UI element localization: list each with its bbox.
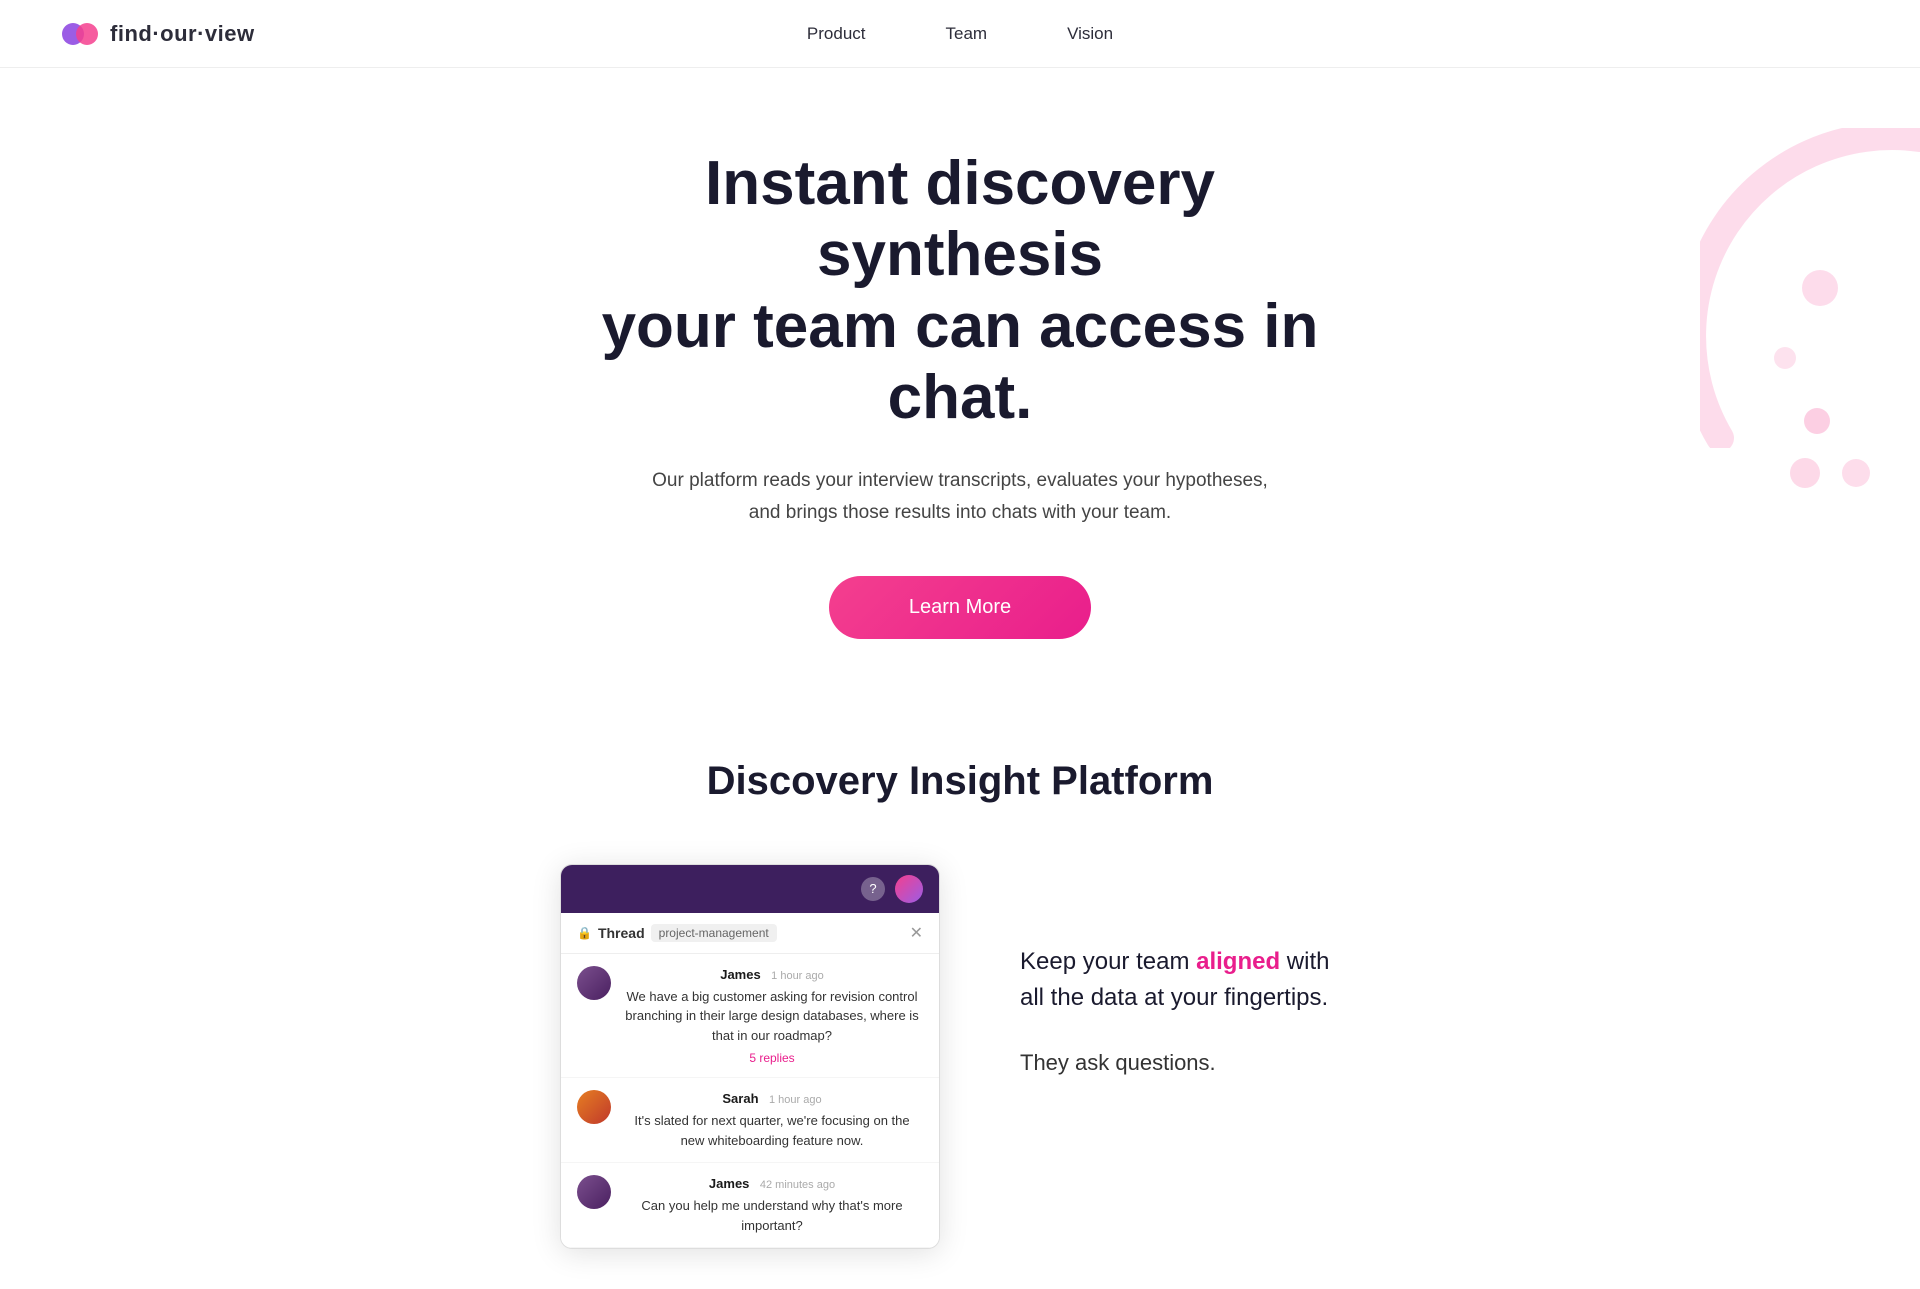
msg-name-3: James <box>709 1176 749 1191</box>
msg-time-3: 42 minutes ago <box>760 1179 835 1191</box>
thread-channel-tag: project-management <box>651 924 777 942</box>
thread-label: 🔒 Thread project-management <box>577 924 777 942</box>
message-row: Sarah 1 hour ago It's slated for next qu… <box>561 1078 939 1163</box>
close-button[interactable]: ✕ <box>910 923 923 943</box>
section2-heading: Discovery Insight Platform <box>20 759 1900 804</box>
deco-arc <box>1700 128 1920 448</box>
msg-name-1: James <box>720 967 760 982</box>
demo-row: ? 🔒 Thread project-management ✕ James <box>410 864 1510 1250</box>
nav-links: Product Team Vision <box>807 24 1113 44</box>
message-content-1: James 1 hour ago We have a big customer … <box>621 966 923 1066</box>
thread-title-bar: 🔒 Thread project-management ✕ <box>561 913 939 954</box>
message-content-2: Sarah 1 hour ago It's slated for next qu… <box>621 1090 923 1150</box>
deco-dots-row1 <box>1804 408 1830 434</box>
demo-text-secondary: They ask questions. <box>1020 1046 1360 1079</box>
chat-header-bar: ? <box>561 865 939 913</box>
message-content-3: James 42 minutes ago Can you help me und… <box>621 1175 923 1235</box>
nav-product[interactable]: Product <box>807 24 866 43</box>
logo-text: find·our·view <box>110 21 255 47</box>
hero-headline: Instant discovery synthesis your team ca… <box>560 148 1360 433</box>
chat-card: ? 🔒 Thread project-management ✕ James <box>560 864 940 1250</box>
chat-body: James 1 hour ago We have a big customer … <box>561 954 939 1249</box>
msg-text-2: It's slated for next quarter, we're focu… <box>621 1111 923 1150</box>
avatar-james-1 <box>577 966 611 1000</box>
nav-team[interactable]: Team <box>946 24 988 43</box>
lock-icon: 🔒 <box>577 926 592 940</box>
msg-time-2: 1 hour ago <box>769 1094 822 1106</box>
replies-count-1[interactable]: 5 replies <box>621 1051 923 1065</box>
user-avatar <box>895 875 923 903</box>
demo-text-aligned: Keep your team aligned with all the data… <box>1020 944 1360 1016</box>
deco-dots-row2 <box>1790 458 1870 488</box>
nav-vision[interactable]: Vision <box>1067 24 1113 43</box>
msg-text-3: Can you help me understand why that's mo… <box>621 1196 923 1235</box>
msg-text-1: We have a big customer asking for revisi… <box>621 987 923 1046</box>
message-row: James 42 minutes ago Can you help me und… <box>561 1163 939 1248</box>
learn-more-button[interactable]: Learn More <box>829 576 1091 639</box>
discovery-section: Discovery Insight Platform ? 🔒 Thread pr… <box>0 699 1920 1289</box>
help-icon: ? <box>861 877 885 901</box>
avatar-james-2 <box>577 1175 611 1209</box>
hero-section: Instant discovery synthesis your team ca… <box>0 68 1920 699</box>
avatar-sarah <box>577 1090 611 1124</box>
hero-subtext: Our platform reads your interview transc… <box>640 465 1280 528</box>
logo-icon <box>60 14 100 54</box>
msg-name-2: Sarah <box>722 1091 758 1106</box>
msg-time-1: 1 hour ago <box>771 970 824 982</box>
demo-text-block: Keep your team aligned with all the data… <box>1020 864 1360 1109</box>
logo-link[interactable]: find·our·view <box>60 14 255 54</box>
message-row: James 1 hour ago We have a big customer … <box>561 954 939 1079</box>
navbar: find·our·view Product Team Vision <box>0 0 1920 68</box>
